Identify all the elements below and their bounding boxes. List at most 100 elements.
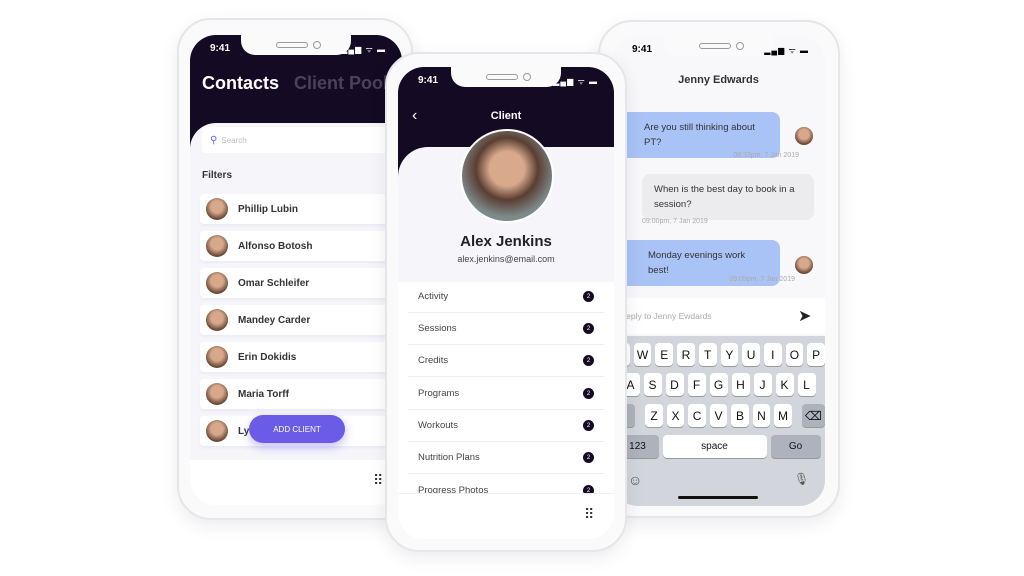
status-icons: ▂▄▆ ᯤ ▬ [764,46,809,55]
key-v[interactable]: V [709,404,728,427]
count-badge: 2 [583,355,594,366]
microphone-icon[interactable]: 🎙 [794,472,809,486]
keyboard: QWERTYUIOP ASDFGHJKL ⇧ZXCVBNM⌫ 123 space… [612,336,825,506]
contact-item[interactable]: Erin Dokidis [200,342,400,372]
count-badge: 2 [583,388,594,399]
menu-row-sessions[interactable]: Sessions 2 [408,313,604,345]
avatar [206,309,228,331]
message-time: 09:05pm, 7 Jan 2019 [729,276,795,283]
chat-phone: 9:41 ▂▄▆ ᯤ ▬ Jenny Edwards Are you still… [598,20,840,518]
filters-label[interactable]: Filters [202,170,232,181]
contact-item[interactable]: Phillip Lubin [200,194,400,224]
avatar [206,346,228,368]
key-i[interactable]: I [763,343,782,366]
key-row: ASDFGHJKL [612,373,825,396]
screen-title: Client [490,110,522,122]
avatar [206,235,228,257]
contact-name: Mandey Carder [238,314,311,326]
count-badge: 2 [583,420,594,431]
key-z[interactable]: Z [645,404,663,427]
key-row: ⇧ZXCVBNM⌫ [612,404,825,427]
key-w[interactable]: W [633,343,652,366]
contact-item[interactable]: Omar Schleifer [200,268,400,298]
count-badge: 2 [583,452,594,463]
chat-title: Jenny Edwards [678,74,759,86]
contact-name: Maria Torff [238,388,289,400]
count-badge: 2 [583,323,594,334]
add-client-button[interactable]: ADD CLIENT [249,415,345,443]
key-o[interactable]: O [785,343,804,366]
status-icons: ▂▄▆ ᯤ ▬ [553,77,598,86]
status-time: 9:41 [632,44,653,55]
bottom-bar [190,460,402,505]
key-e[interactable]: E [655,343,674,366]
row-label: Workouts [418,420,458,431]
key-y[interactable]: Y [720,343,739,366]
menu-row-programs[interactable]: Programs 2 [408,378,604,410]
tab-contacts[interactable]: Contacts [202,73,279,94]
key-g[interactable]: G [709,373,728,396]
menu-row-activity[interactable]: Activity 2 [408,281,604,313]
go-key[interactable]: Go [770,435,821,458]
search-input[interactable]: ⚲ Search [202,127,402,153]
key-r[interactable]: R [677,343,695,366]
search-placeholder: Search [221,135,247,145]
grid-menu-icon[interactable]: ⠿ [373,472,383,489]
row-label: Credits [418,355,449,366]
message-incoming: When is the best day to book in a sessio… [642,174,814,220]
key-b[interactable]: B [731,404,749,427]
key-c[interactable]: C [688,404,706,427]
menu-row-credits[interactable]: Credits 2 [408,345,604,377]
key-row: QWERTYUIOP [612,343,825,366]
send-icon[interactable]: ➤ [798,306,811,326]
key-m[interactable]: M [774,404,792,427]
key-t[interactable]: T [698,343,717,366]
key-p[interactable]: P [807,343,825,366]
row-label: Programs [418,388,460,399]
key-s[interactable]: S [643,373,662,396]
add-client-label: ADD CLIENT [273,424,321,434]
client-screen: 9:41 ▂▄▆ ᯤ ▬ ‹ Client Alex Jenkins alex.… [398,67,614,539]
status-time: 9:41 [418,75,439,86]
client-email: alex.jenkins@email.com [457,254,555,264]
key-row: 123 space Go [612,435,825,458]
client-phone: 9:41 ▂▄▆ ᯤ ▬ ‹ Client Alex Jenkins alex.… [385,52,627,552]
key-j[interactable]: J [753,373,772,396]
contact-name: Erin Dokidis [238,351,297,363]
notch [663,36,774,56]
menu-row-workouts[interactable]: Workouts 2 [408,410,604,442]
notch [241,35,351,55]
reply-input[interactable]: Reply to Jenny Ewdards [612,298,825,334]
contact-item[interactable]: Alfonso Botosh [200,231,400,261]
key-x[interactable]: X [666,404,685,427]
message-time: 08:33pm, 7 Jan 2019 [733,152,799,159]
status-icons: ▂▄▆ ᯤ ▬ [341,45,386,54]
space-key[interactable]: space [662,435,767,458]
key-u[interactable]: U [742,343,760,366]
avatar [206,420,228,442]
key-f[interactable]: F [687,373,706,396]
avatar [206,198,228,220]
delete-key[interactable]: ⌫ [801,404,825,427]
avatar [206,383,228,405]
menu-row-nutrition-plans[interactable]: Nutrition Plans 2 [408,442,604,474]
grid-menu-icon[interactable]: ⠿ [584,506,594,523]
key-d[interactable]: D [665,373,684,396]
search-icon: ⚲ [210,134,218,146]
key-k[interactable]: K [775,373,794,396]
key-h[interactable]: H [731,373,750,396]
contact-name: Omar Schleifer [238,277,310,289]
status-time: 9:41 [210,43,231,54]
tab-client-pool[interactable]: Client Pool [294,73,388,94]
contact-name: Alfonso Botosh [238,240,313,252]
contacts-phone: 9:41 ▂▄▆ ᯤ ▬ Contacts Client Pool ⚲ Sear… [177,18,413,520]
contact-item[interactable]: Maria Torff [200,379,400,409]
contact-name: Ly [238,425,250,437]
key-l[interactable]: L [797,373,816,396]
key-n[interactable]: N [752,404,771,427]
notch [451,67,561,87]
emoji-icon[interactable]: ☺ [628,472,642,488]
contact-item[interactable]: Mandey Carder [200,305,400,335]
avatar [795,127,813,145]
chat-screen: 9:41 ▂▄▆ ᯤ ▬ Jenny Edwards Are you still… [612,36,825,506]
